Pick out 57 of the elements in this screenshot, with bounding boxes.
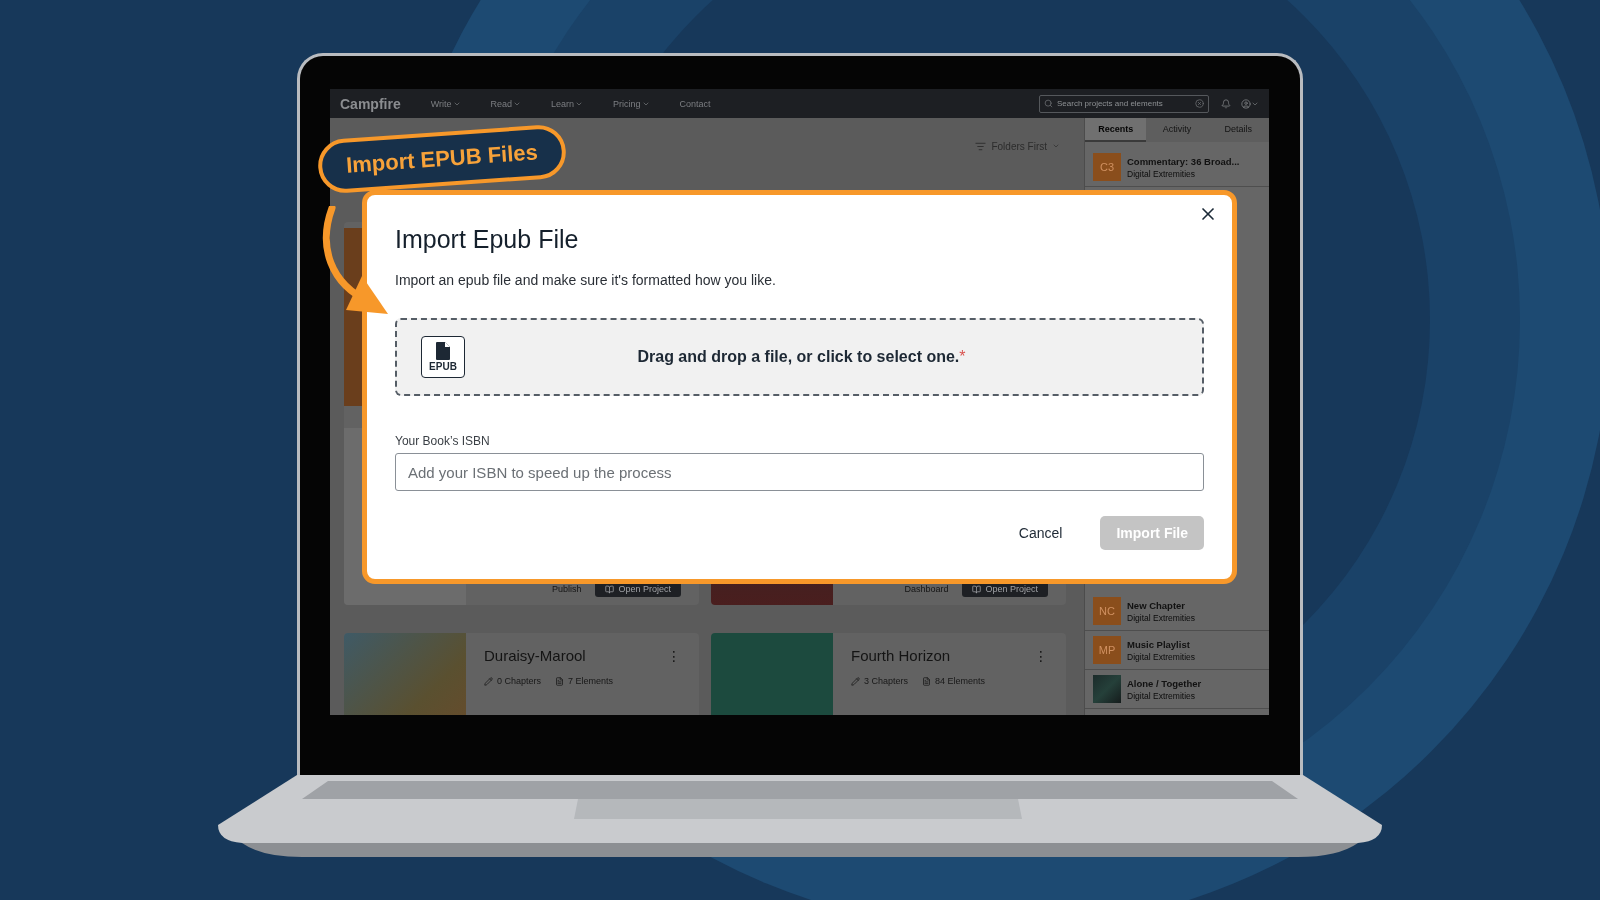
epub-file-icon: EPUB bbox=[421, 336, 465, 378]
recent-item[interactable]: MP Music Playlist Digital Extremities bbox=[1085, 631, 1269, 670]
item-subtitle: Digital Extremities bbox=[1127, 690, 1197, 701]
item-subtitle: Digital Extremities bbox=[1127, 168, 1197, 179]
search-field[interactable]: Search projects and elements bbox=[1039, 94, 1209, 113]
element-count: 7 Elements bbox=[555, 676, 614, 686]
pencil-icon bbox=[851, 676, 860, 686]
nav-menu[interactable]: Learn bbox=[551, 98, 584, 109]
document-icon bbox=[922, 676, 932, 686]
more-icon[interactable]: ⋮ bbox=[667, 648, 681, 663]
nav-menu[interactable]: Pricing bbox=[613, 98, 650, 109]
sort-icon bbox=[975, 140, 987, 152]
item-subtitle: Digital Extremities bbox=[1127, 612, 1196, 623]
chapter-count: 0 Chapters bbox=[484, 676, 542, 686]
caret-icon bbox=[1052, 142, 1060, 150]
item-badge: MP bbox=[1093, 636, 1121, 664]
item-title: Commentary: 36 Broad... bbox=[1127, 155, 1240, 167]
logo[interactable]: Campfire bbox=[340, 95, 401, 112]
element-count: 84 Elements bbox=[922, 676, 986, 686]
cover-thumbnail bbox=[1093, 675, 1121, 703]
clear-icon[interactable] bbox=[1195, 99, 1204, 108]
item-subtitle: Digital Extremities bbox=[1127, 651, 1196, 662]
item-badge: NC bbox=[1093, 597, 1121, 625]
project-title[interactable]: Fourth Horizon bbox=[851, 647, 951, 664]
item-title: Music Playlist bbox=[1127, 638, 1191, 650]
file-dropzone[interactable]: EPUB Drag and drop a file, or click to select one.* bbox=[395, 318, 1204, 396]
recent-item[interactable]: C3 Commentary: 36 Broad... Digital Extremities bbox=[1085, 148, 1269, 187]
document-icon bbox=[555, 676, 565, 686]
search-input[interactable]: Search projects and elements bbox=[1057, 99, 1191, 108]
project-title[interactable]: Duraisy-Marool bbox=[484, 647, 586, 664]
nav-menu[interactable]: Read bbox=[490, 98, 522, 109]
item-badge: C3 bbox=[1093, 153, 1121, 181]
field-label: Your Book’s ISBN bbox=[395, 434, 491, 448]
cancel-button[interactable]: Cancel bbox=[1002, 516, 1079, 550]
dialog-title: Import Epub File bbox=[395, 225, 580, 254]
chapter-count: 3 Chapters bbox=[851, 676, 909, 686]
dialog-description: Import an epub file and make sure it's formatted how you like. bbox=[395, 272, 777, 288]
recent-item[interactable]: Alone / Together Digital Extremities bbox=[1085, 670, 1269, 709]
search-icon bbox=[1044, 99, 1053, 108]
sidebar-tab[interactable]: Activity bbox=[1146, 118, 1208, 142]
recent-item[interactable]: NC New Chapter Digital Extremities bbox=[1085, 592, 1269, 631]
item-title: Alone / Together bbox=[1127, 677, 1202, 689]
sidebar-tab[interactable]: Details bbox=[1207, 118, 1269, 142]
book-icon bbox=[605, 584, 615, 594]
sidebar-tab[interactable]: Recents bbox=[1085, 118, 1147, 142]
item-title: New Chapter bbox=[1127, 599, 1187, 611]
isbn-input[interactable]: Add your ISBN to speed up the process bbox=[395, 453, 1204, 491]
nav-menu[interactable]: Contact bbox=[679, 98, 711, 109]
notification-icon[interactable] bbox=[1221, 98, 1231, 109]
book-icon bbox=[972, 584, 982, 594]
nav-menu[interactable]: Write bbox=[430, 98, 461, 109]
card-link[interactable]: Publish bbox=[551, 584, 582, 594]
more-icon[interactable]: ⋮ bbox=[1034, 648, 1048, 663]
card-link[interactable]: Dashboard bbox=[904, 584, 949, 594]
pencil-icon bbox=[484, 676, 493, 686]
account-icon[interactable] bbox=[1241, 98, 1251, 109]
dropzone-text: Drag and drop a file, or click to select one.* bbox=[636, 348, 967, 366]
